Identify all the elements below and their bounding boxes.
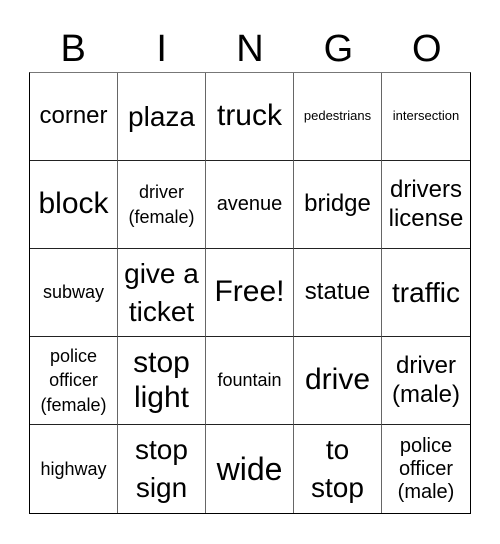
bingo-cell[interactable]: intersection: [382, 73, 470, 161]
header-letter-o: O: [412, 28, 442, 70]
cell-text: police officer (male): [397, 434, 455, 503]
bingo-cell[interactable]: pedestrians: [294, 73, 382, 161]
cell-text: block: [38, 187, 109, 221]
cell-text: drive: [304, 363, 371, 397]
bingo-cell[interactable]: drivers license: [382, 161, 470, 249]
header-letter-b: B: [60, 28, 86, 70]
cell-text: stop sign: [135, 434, 188, 503]
bingo-cell[interactable]: wide: [206, 425, 294, 513]
bingo-cell[interactable]: avenue: [206, 161, 294, 249]
bingo-cell[interactable]: police officer (female): [30, 337, 118, 425]
bingo-cell[interactable]: to stop: [294, 425, 382, 513]
cell-text: intersection: [392, 108, 460, 124]
cell-text: Free!: [214, 275, 285, 309]
cell-text: traffic: [392, 276, 460, 308]
bingo-cell[interactable]: highway: [30, 425, 118, 513]
cell-text: driver (female): [128, 182, 195, 227]
cell-text: subway: [42, 282, 105, 303]
header-letter-n: N: [236, 28, 264, 70]
cell-text: plaza: [128, 100, 195, 132]
cell-text: stop light: [133, 346, 190, 414]
bingo-cell[interactable]: truck: [206, 73, 294, 161]
bingo-cell[interactable]: bridge: [294, 161, 382, 249]
cell-text: drivers license: [388, 175, 464, 232]
header-letter-g: G: [323, 28, 354, 70]
bingo-cell[interactable]: subway: [30, 249, 118, 337]
free-space-cell[interactable]: Free!: [206, 249, 294, 337]
cell-text: pedestrians: [303, 108, 372, 124]
bingo-cell[interactable]: driver (female): [118, 161, 206, 249]
cell-text: driver (male): [391, 351, 460, 408]
bingo-cell[interactable]: fountain: [206, 337, 294, 425]
bingo-cell[interactable]: traffic: [382, 249, 470, 337]
bingo-cell[interactable]: plaza: [118, 73, 206, 161]
cell-text: police officer (female): [40, 346, 107, 415]
header-letter-i: I: [156, 28, 167, 70]
cell-text: avenue: [216, 193, 283, 215]
bingo-cell[interactable]: corner: [30, 73, 118, 161]
bingo-cell[interactable]: stop sign: [118, 425, 206, 513]
bingo-cell[interactable]: block: [30, 161, 118, 249]
bingo-cell[interactable]: driver (male): [382, 337, 470, 425]
cell-text: give a ticket: [124, 257, 199, 327]
cell-text: statue: [304, 278, 371, 306]
cell-text: bridge: [304, 190, 371, 218]
cell-text: highway: [40, 458, 107, 479]
cell-text: fountain: [217, 370, 282, 391]
bingo-cell[interactable]: give a ticket: [118, 249, 206, 337]
cell-text: truck: [216, 99, 282, 133]
bingo-cell[interactable]: stop light: [118, 337, 206, 425]
bingo-cell[interactable]: police officer (male): [382, 425, 470, 513]
cell-text: corner: [39, 102, 108, 130]
bingo-header: B I N G O: [29, 26, 471, 72]
bingo-cell[interactable]: statue: [294, 249, 382, 337]
bingo-grid: corner plaza truck pedestrians intersection b…: [29, 72, 471, 514]
cell-text: to stop: [311, 434, 364, 503]
cell-text: wide: [216, 450, 283, 487]
bingo-cell[interactable]: drive: [294, 337, 382, 425]
